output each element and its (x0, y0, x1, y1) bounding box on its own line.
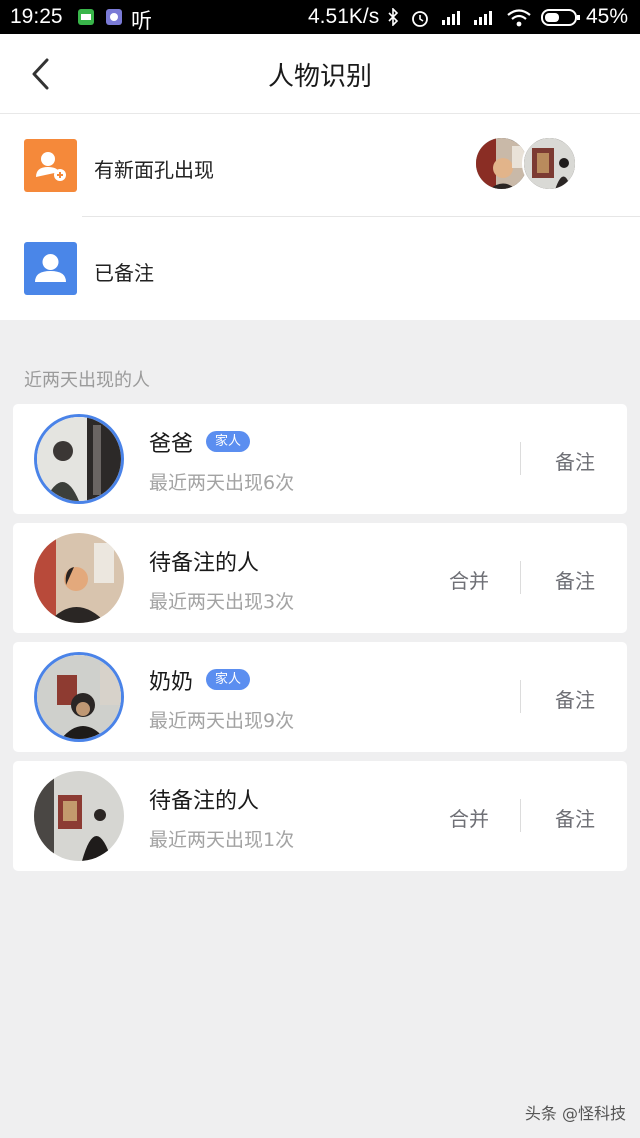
person-icon (24, 242, 77, 295)
family-tag: 家人 (206, 669, 251, 690)
note-button[interactable]: 备注 (555, 684, 595, 713)
appearance-count: 最近两天出现9次 (149, 710, 295, 732)
bluetooth-icon (388, 8, 399, 26)
person-card[interactable]: 奶奶 家人 最近两天出现9次 备注 (13, 642, 627, 752)
menu-list: 有新面孔出现 已备注 (0, 114, 640, 320)
person-avatar (34, 414, 124, 504)
listen-app-label: 听 (131, 10, 152, 33)
status-time: 19:25 (10, 5, 63, 28)
menu-item-new-faces[interactable]: 有新面孔出现 (0, 114, 640, 217)
person-name: 爸爸 (149, 432, 194, 457)
note-button[interactable]: 备注 (555, 565, 595, 594)
alarm-icon (412, 11, 428, 27)
signal-icon-2 (474, 11, 492, 25)
new-face-thumbnail (522, 136, 577, 191)
message-icon (78, 9, 94, 25)
page-title: 人物识别 (267, 62, 372, 92)
person-name: 奶奶 (149, 670, 194, 695)
menu-label-noted: 已备注 (94, 261, 154, 285)
action-divider (520, 442, 521, 475)
person-card[interactable]: 爸爸 家人 最近两天出现6次 备注 (13, 404, 627, 514)
battery-percent: 45% (585, 5, 628, 28)
wifi-icon (507, 9, 531, 27)
appearance-count: 最近两天出现6次 (149, 472, 295, 494)
note-button[interactable]: 备注 (555, 446, 595, 475)
family-tag: 家人 (206, 431, 251, 452)
add-person-icon (24, 139, 77, 192)
person-name: 待备注的人 (149, 551, 260, 576)
menu-label-new-faces: 有新面孔出现 (94, 158, 214, 182)
action-divider (520, 561, 521, 594)
person-avatar (34, 771, 124, 861)
appearance-count: 最近两天出现1次 (149, 829, 295, 851)
merge-button[interactable]: 合并 (449, 803, 489, 832)
signal-icon (442, 11, 460, 25)
menu-item-noted[interactable]: 已备注 (0, 217, 640, 320)
appearance-count: 最近两天出现3次 (149, 591, 295, 613)
section-label: 近两天出现的人 (24, 370, 150, 391)
person-card[interactable]: 待备注的人 最近两天出现1次 合并 备注 (13, 761, 627, 871)
person-name: 待备注的人 (149, 789, 260, 814)
action-divider (520, 799, 521, 832)
note-button[interactable]: 备注 (555, 803, 595, 832)
header: 人物识别 (0, 34, 640, 114)
person-avatar (34, 652, 124, 742)
app-icon (106, 9, 122, 25)
person-avatar (34, 533, 124, 623)
network-speed: 4.51K/s (308, 5, 380, 28)
merge-button[interactable]: 合并 (449, 565, 489, 594)
watermark: 头条 @怪科技 (524, 1104, 626, 1123)
battery-icon (541, 9, 580, 26)
status-bar: 19:25 听 4.51K/s 45% (0, 0, 640, 34)
person-card[interactable]: 待备注的人 最近两天出现3次 合并 备注 (13, 523, 627, 633)
new-face-thumbnail (474, 136, 529, 191)
action-divider (520, 680, 521, 713)
